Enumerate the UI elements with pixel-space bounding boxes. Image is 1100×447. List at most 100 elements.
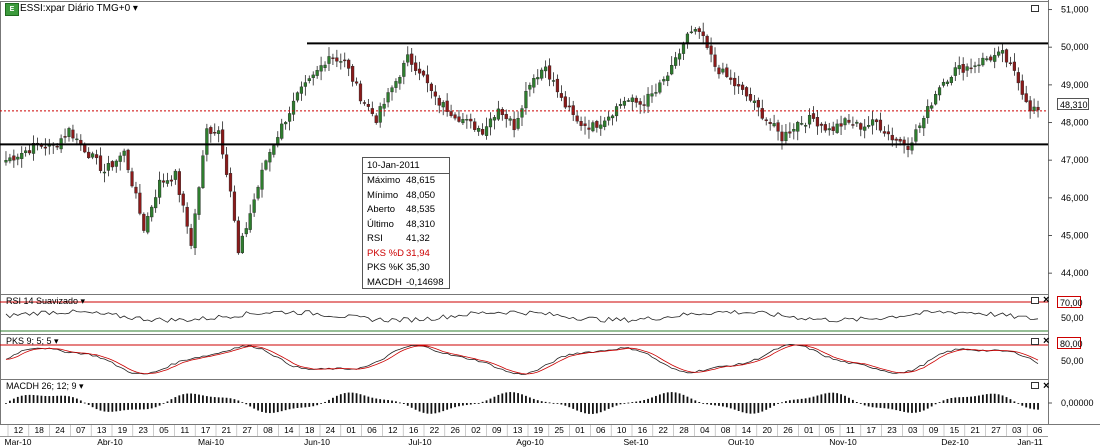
- day-label: 26: [450, 425, 460, 435]
- candle-body: [949, 77, 953, 83]
- macdh-bar: [588, 403, 590, 414]
- candle-body: [674, 57, 678, 66]
- macdh-bar: [792, 399, 795, 403]
- candle-body: [863, 126, 867, 131]
- day-label: 06: [1033, 425, 1043, 435]
- candle-body: [67, 128, 71, 137]
- candle-body: [772, 123, 776, 127]
- macdh-bar: [808, 397, 811, 403]
- tooltip-row-label: MACDH: [367, 276, 402, 288]
- macdh-bar: [548, 402, 551, 404]
- candle-body: [154, 197, 158, 209]
- macdh-bar: [1005, 397, 1008, 403]
- macdh-bar: [154, 403, 157, 408]
- macdh-bar: [343, 393, 346, 403]
- pks-pane-title[interactable]: PKS 9; 5; 5 ▾: [6, 336, 59, 347]
- candle-body: [800, 123, 804, 125]
- day-label: 18: [34, 425, 44, 435]
- macdh-bar: [804, 398, 807, 403]
- candle-body: [961, 64, 965, 73]
- tooltip-row-value: 48,050: [406, 189, 436, 201]
- candle-body: [851, 124, 855, 126]
- macdh-bar: [848, 397, 850, 403]
- candle-body: [937, 87, 942, 96]
- macdh-bar: [505, 392, 508, 403]
- macdh-pane-maximize-icon[interactable]: [1031, 382, 1039, 389]
- rsi-pane-maximize-icon[interactable]: [1031, 297, 1039, 304]
- month-label: Mai-10: [198, 437, 224, 447]
- macdh-bar: [32, 395, 35, 403]
- candle-body: [272, 145, 276, 155]
- macdh-bar: [658, 394, 661, 403]
- candle-body: [347, 59, 351, 69]
- candle-body: [973, 65, 977, 67]
- candle-body: [792, 129, 796, 132]
- macdh-bar: [127, 403, 129, 410]
- macdh-bar: [820, 394, 823, 403]
- macdh-bar: [907, 403, 909, 413]
- month-label: Mar-10: [5, 437, 32, 447]
- macdh-bar: [150, 403, 153, 409]
- macdh-bar: [501, 393, 504, 403]
- candle-body: [138, 192, 142, 214]
- macdh-bar: [926, 403, 929, 409]
- candle-body: [748, 93, 753, 101]
- candle-body: [650, 93, 654, 97]
- candle-body: [201, 155, 205, 188]
- macdh-bar: [276, 403, 279, 413]
- candle-body: [28, 150, 32, 154]
- candle-body: [287, 113, 292, 122]
- pks-pane-close-icon[interactable]: ×: [1043, 336, 1049, 347]
- rsi-pane-close-icon[interactable]: ×: [1043, 295, 1049, 306]
- macdh-bar: [603, 403, 606, 411]
- macdh-bar: [292, 403, 295, 409]
- pks-pane-maximize-icon[interactable]: [1031, 338, 1039, 345]
- candle-body: [414, 62, 418, 71]
- candle-body: [465, 119, 469, 121]
- price-pane-maximize-icon[interactable]: [1031, 5, 1039, 12]
- macdh-bar: [721, 403, 724, 407]
- chart-canvas[interactable]: 44,000 45,000 46,000 47,000 48,000 49,000 50,0…: [0, 0, 1100, 447]
- macdh-bar: [513, 392, 516, 403]
- candle-body: [941, 81, 946, 86]
- macdh-bar: [481, 401, 484, 403]
- candle-body: [555, 78, 560, 93]
- macdh-bar: [525, 395, 527, 403]
- candle-body: [213, 132, 217, 134]
- candle-body: [827, 128, 831, 131]
- candle-body: [618, 104, 623, 106]
- macdh-bar: [930, 403, 933, 407]
- month-label: Jan-11: [1017, 437, 1043, 447]
- candle-body: [595, 121, 599, 128]
- macdh-bar: [643, 400, 646, 403]
- macdh-bar: [87, 403, 90, 405]
- macdh-bar: [194, 393, 196, 403]
- macdh-bar: [1001, 395, 1004, 403]
- candle-body: [855, 121, 859, 124]
- macdh-bar: [745, 403, 748, 414]
- macdh-bar: [706, 403, 709, 405]
- macdh-bar: [48, 396, 51, 403]
- candle-body: [528, 84, 532, 90]
- macdh-pane-title[interactable]: MACDH 26; 12; 9 ▾: [6, 381, 84, 392]
- candle-body: [847, 119, 851, 123]
- macdh-bar: [335, 395, 338, 403]
- macdh-bar: [1009, 399, 1012, 403]
- candle-body: [295, 92, 300, 101]
- macdh-bar: [832, 392, 835, 403]
- candle-body: [91, 153, 95, 158]
- macdh-bar: [44, 395, 47, 403]
- macdh-bar: [111, 403, 114, 412]
- macdh-bar: [182, 394, 185, 403]
- macdh-bar: [836, 393, 839, 403]
- macdh-pane-close-icon[interactable]: ×: [1043, 381, 1049, 392]
- day-label: 10: [617, 425, 627, 435]
- macdh-bar: [170, 399, 173, 403]
- candle-body: [520, 108, 524, 118]
- candle-body: [410, 53, 414, 65]
- candle-body: [579, 121, 583, 126]
- rsi-pane-title[interactable]: RSI 14 Suavizado ▾: [6, 296, 85, 307]
- candle-body: [540, 69, 544, 79]
- candle-body: [693, 29, 697, 32]
- symbol-title[interactable]: ESSI:xpar Diário TMG+0 ▾: [20, 3, 138, 14]
